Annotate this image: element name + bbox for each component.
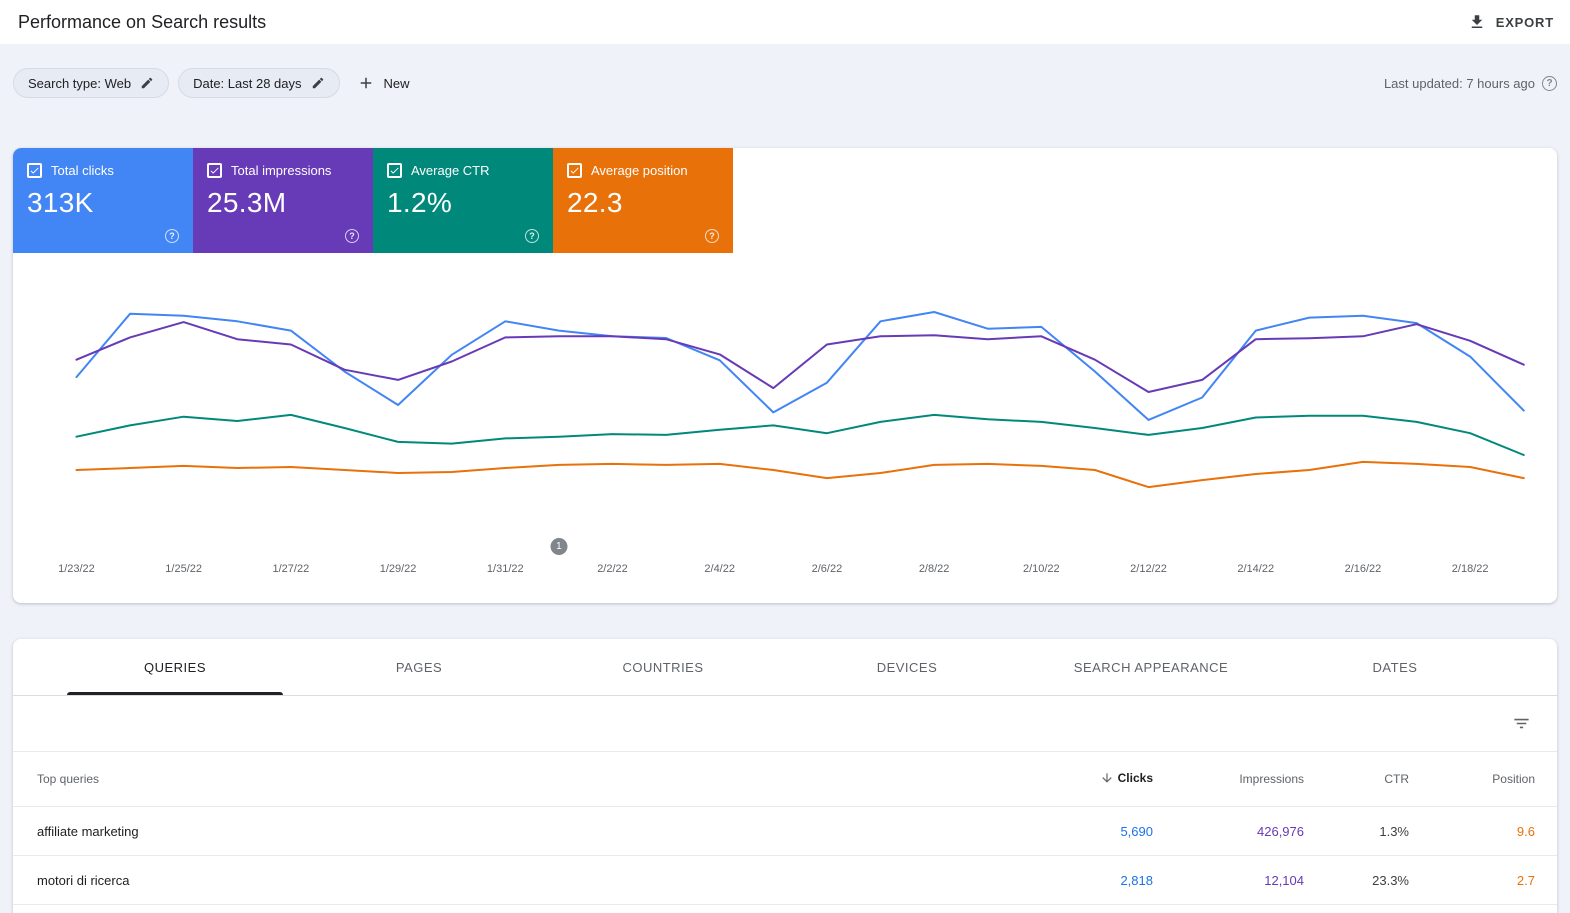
metric-value: 22.3 [567,187,623,218]
sort-arrow-down-icon [1100,771,1114,785]
x-axis-label: 2/10/22 [1022,563,1060,575]
clicks-column-header[interactable]: Clicks [1003,771,1153,785]
x-axis-label: 2/8/22 [918,563,950,575]
tab-dates[interactable]: DATES [1273,639,1517,695]
x-axis-label: 2/16/22 [1344,563,1382,575]
table-filter-bar [13,696,1557,752]
series-position [75,460,1525,489]
metric-label: Average position [591,163,688,178]
check-icon [570,167,579,174]
performance-chart-card: Total clicks 313K ? Total impressions 25… [13,148,1557,603]
chart-area: 1 [13,265,1557,555]
x-axis-label: 2/2/22 [597,563,628,575]
check-icon [390,167,399,174]
tab-devices[interactable]: DEVICES [785,639,1029,695]
metric-value: 1.2% [387,187,453,218]
average-ctr-checkbox[interactable] [387,163,402,178]
queries-table: Top queries Clicks Impressions CTR Posit… [13,752,1557,913]
date-range-chip-label: Date: Last 28 days [193,75,302,91]
query-row[interactable]: motori di ricerca 2,818 12,104 23.3% 2.7 [13,855,1557,904]
export-label: EXPORT [1495,14,1554,30]
series-ctr [75,413,1525,456]
pencil-icon [140,76,154,90]
metric-label: Total impressions [231,163,332,178]
x-axis-label: 1/23/22 [58,563,95,575]
metric-value: 313K [27,187,94,218]
filter-list-icon[interactable] [1512,714,1531,733]
table-header-row: Top queries Clicks Impressions CTR Posit… [13,752,1557,806]
date-range-chip[interactable]: Date: Last 28 days [178,68,340,98]
search-type-chip-label: Search type: Web [28,75,132,91]
last-updated-text: Last updated: 7 hours ago [1383,75,1535,91]
help-icon[interactable]: ? [1542,75,1557,91]
tab-countries[interactable]: COUNTRIES [541,639,785,695]
pencil-icon [311,76,325,90]
query-cell[interactable]: motori di ricerca [13,873,1003,888]
x-axis-label: 2/6/22 [811,563,843,575]
ctr-cell: 1.3% [1379,823,1409,839]
metric-label: Average CTR [411,163,490,178]
top-bar: Performance on Search results EXPORT [0,0,1570,44]
help-icon[interactable]: ? [705,229,719,243]
check-icon [210,167,219,174]
metric-card-average-position[interactable]: Average position 22.3 ? [553,148,733,253]
x-axis-label: 2/18/22 [1451,563,1489,575]
x-axis-label: 2/14/22 [1237,563,1275,575]
dimension-tabs: QUERIES PAGES COUNTRIES DEVICES SEARCH A… [13,639,1557,696]
download-icon [1468,13,1486,31]
impressions-cell: 12,104 [1264,872,1304,888]
ctr-cell: 23.3% [1372,872,1409,888]
x-axis-label: 1/31/22 [486,563,524,575]
plus-icon [357,74,375,92]
metric-label: Total clicks [51,163,114,178]
position-cell: 2.7 [1516,872,1535,888]
search-update-annotation-badge[interactable]: 1 [550,538,568,555]
filter-toolbar: Search type: Web Date: Last 28 days New … [13,68,1557,98]
metric-card-average-ctr[interactable]: Average CTR 1.2% ? [373,148,553,253]
ctr-column-header[interactable]: CTR [1304,772,1409,786]
average-position-checkbox[interactable] [567,163,582,178]
query-cell[interactable]: affiliate marketing [13,824,1003,839]
dimensions-table-card: QUERIES PAGES COUNTRIES DEVICES SEARCH A… [13,639,1557,913]
x-axis-label: 2/12/22 [1130,563,1167,575]
top-queries-header: Top queries [37,772,100,786]
tab-search-appearance[interactable]: SEARCH APPEARANCE [1029,639,1273,695]
position-column-header[interactable]: Position [1409,772,1535,786]
help-icon[interactable]: ? [345,229,359,243]
metric-card-total-impressions[interactable]: Total impressions 25.3M ? [193,148,373,253]
x-axis-label: 1/25/22 [165,563,203,575]
x-axis-labels: 1/23/22 1/25/22 1/27/22 1/29/22 1/31/22 2/2/2… [13,563,1557,581]
new-filter-label: New [383,75,410,91]
tab-pages[interactable]: PAGES [297,639,541,695]
new-filter-button[interactable]: New [357,74,410,92]
help-icon[interactable]: ? [165,229,179,243]
clicks-cell: 2,818 [1120,872,1153,888]
total-impressions-checkbox[interactable] [207,163,222,178]
export-button[interactable]: EXPORT [1468,13,1554,31]
help-icon[interactable]: ? [525,229,539,243]
page-title: Performance on Search results [18,11,267,32]
impressions-cell: 426,976 [1257,823,1304,839]
total-clicks-checkbox[interactable] [27,163,42,178]
metric-cards: Total clicks 313K ? Total impressions 25… [13,148,1557,253]
position-cell: 9.6 [1516,823,1535,839]
performance-line-chart [75,311,1525,489]
query-row[interactable]: affiliate marketing 5,690 426,976 1.3% 9… [13,806,1557,855]
last-updated: Last updated: 7 hours ago ? [1383,75,1557,91]
x-axis-label: 2/4/22 [704,563,735,575]
query-row[interactable] [13,904,1557,913]
clicks-cell: 5,690 [1120,823,1153,839]
x-axis-label: 1/29/22 [379,563,417,575]
metric-value: 25.3M [207,187,287,218]
check-icon [30,167,39,174]
tab-queries[interactable]: QUERIES [53,639,297,695]
metric-card-total-clicks[interactable]: Total clicks 313K ? [13,148,193,253]
x-axis-label: 1/27/22 [272,563,310,575]
impressions-column-header[interactable]: Impressions [1153,772,1304,786]
search-type-chip[interactable]: Search type: Web [13,68,170,98]
